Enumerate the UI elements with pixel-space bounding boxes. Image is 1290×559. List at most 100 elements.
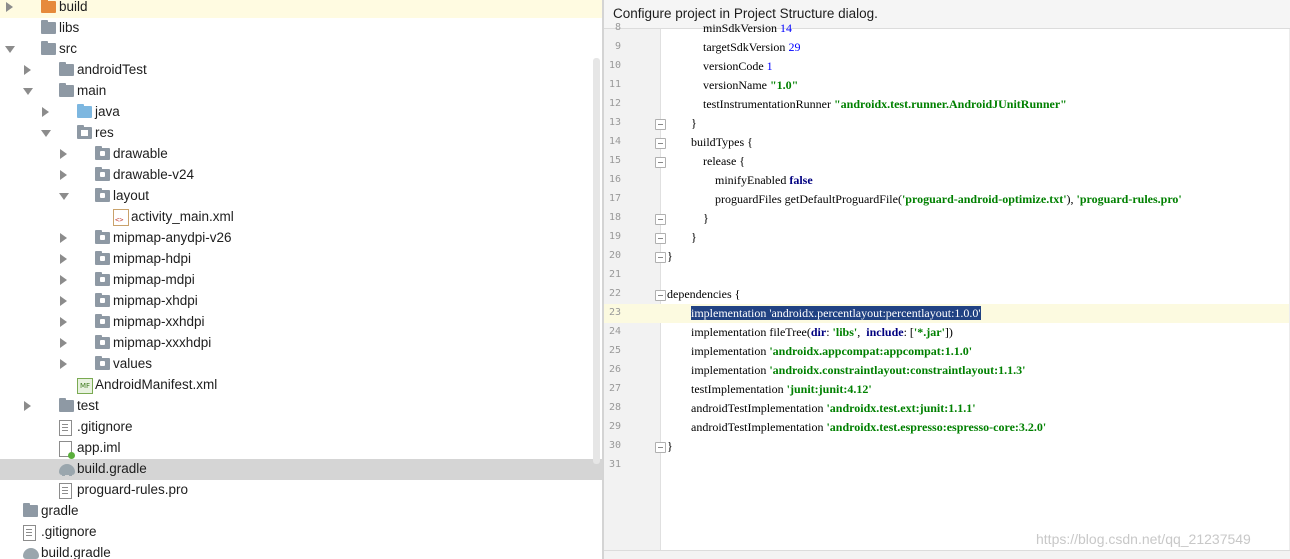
- expand-arrow-icon[interactable]: [60, 233, 67, 243]
- tree-item[interactable]: mipmap-xxhdpi: [0, 312, 602, 333]
- code-line[interactable]: 30}: [604, 437, 1290, 456]
- tree-item[interactable]: drawable-v24: [0, 165, 602, 186]
- expand-arrow-icon[interactable]: [60, 338, 67, 348]
- tree-item[interactable]: mipmap-xhdpi: [0, 291, 602, 312]
- code-line[interactable]: 20}: [604, 247, 1290, 266]
- collapse-arrow-icon[interactable]: [59, 193, 69, 200]
- code-token: 'androidx.appcompat:appcompat:1.1.0': [769, 344, 973, 358]
- fold-marker-icon[interactable]: [655, 233, 666, 244]
- expand-arrow-icon[interactable]: [60, 254, 67, 264]
- tree-item[interactable]: mipmap-hdpi: [0, 249, 602, 270]
- code-token: release {: [667, 154, 746, 168]
- tree-item[interactable]: mipmap-mdpi: [0, 270, 602, 291]
- expand-arrow-icon[interactable]: [24, 65, 31, 75]
- code-token: include: [866, 325, 904, 339]
- fold-marker-icon[interactable]: [655, 157, 666, 168]
- code-line[interactable]: 21: [604, 266, 1290, 285]
- expand-arrow-icon[interactable]: [60, 317, 67, 327]
- collapse-arrow-icon[interactable]: [41, 130, 51, 137]
- code-line[interactable]: 22 dependencies {: [604, 285, 1290, 304]
- code-line[interactable]: 28 androidTestImplementation 'androidx.t…: [604, 399, 1290, 418]
- code-line[interactable]: 29 androidTestImplementation 'androidx.t…: [604, 418, 1290, 437]
- tree-item[interactable]: build.gradle: [0, 459, 602, 480]
- tree-item-label: mipmap-xxxhdpi: [113, 335, 212, 350]
- tree-item[interactable]: activity_main.xml: [0, 207, 602, 228]
- expand-arrow-icon[interactable]: [60, 170, 67, 180]
- code-text: versionName "1.0": [667, 78, 798, 93]
- fold-marker-icon[interactable]: [655, 214, 666, 225]
- expand-arrow-icon[interactable]: [60, 149, 67, 159]
- expand-arrow-icon[interactable]: [6, 2, 13, 12]
- code-line[interactable]: 26 implementation 'androidx.constraintla…: [604, 361, 1290, 380]
- line-number: 15: [608, 155, 621, 166]
- code-line[interactable]: 10 versionCode 1: [604, 57, 1290, 76]
- code-token: buildTypes {: [667, 135, 753, 149]
- tree-item[interactable]: libs: [0, 18, 602, 39]
- tree-item[interactable]: proguard-rules.pro: [0, 480, 602, 501]
- expand-arrow-icon[interactable]: [42, 107, 49, 117]
- tree-item[interactable]: androidTest: [0, 60, 602, 81]
- expand-arrow-icon[interactable]: [24, 401, 31, 411]
- code-line[interactable]: 13 }: [604, 114, 1290, 133]
- tree-item[interactable]: src: [0, 39, 602, 60]
- expand-arrow-icon[interactable]: [60, 275, 67, 285]
- code-line[interactable]: 14 buildTypes {: [604, 133, 1290, 152]
- line-number: 14: [608, 136, 621, 147]
- code-token: 'androidx.test.ext:junit:1.1.1': [826, 401, 976, 415]
- code-token: testImplementation: [667, 382, 787, 396]
- tree-item[interactable]: test: [0, 396, 602, 417]
- tree-item[interactable]: build.gradle: [0, 543, 602, 559]
- tree-item[interactable]: mipmap-anydpi-v26: [0, 228, 602, 249]
- code-line[interactable]: 18 }: [604, 209, 1290, 228]
- code-text: androidTestImplementation 'androidx.test…: [667, 401, 976, 416]
- module-file-icon: [59, 441, 75, 459]
- code-line[interactable]: 17 proguardFiles getDefaultProguardFile(…: [604, 190, 1290, 209]
- tree-item-label: res: [95, 125, 114, 140]
- code-line[interactable]: 24 implementation fileTree(dir: 'libs', …: [604, 323, 1290, 342]
- tree-item[interactable]: main: [0, 81, 602, 102]
- code-line[interactable]: 12 testInstrumentationRunner "androidx.t…: [604, 95, 1290, 114]
- code-line[interactable]: 25 implementation 'androidx.appcompat:ap…: [604, 342, 1290, 361]
- code-line[interactable]: 8 minSdkVersion 14: [604, 19, 1290, 38]
- code-line[interactable]: 31: [604, 456, 1290, 475]
- code-token: androidTestImplementation: [667, 401, 827, 415]
- tree-item[interactable]: res: [0, 123, 602, 144]
- code-line[interactable]: 19 }: [604, 228, 1290, 247]
- code-token: 'androidx.constraintlayout:constraintlay…: [769, 363, 1026, 377]
- tree-item[interactable]: .gitignore: [0, 522, 602, 543]
- collapse-arrow-icon[interactable]: [5, 46, 15, 53]
- code-editor[interactable]: Configure project in Project Structure d…: [604, 0, 1290, 559]
- tree-item[interactable]: drawable: [0, 144, 602, 165]
- tree-item[interactable]: java: [0, 102, 602, 123]
- line-number: 17: [608, 193, 621, 204]
- folder-icon: [23, 503, 38, 517]
- folder-icon: [41, 41, 56, 55]
- tree-item[interactable]: gradle: [0, 501, 602, 522]
- tree-item-label: gradle: [41, 503, 79, 518]
- tree-item[interactable]: mipmap-xxxhdpi: [0, 333, 602, 354]
- fold-marker-icon[interactable]: [655, 119, 666, 130]
- tree-item[interactable]: MF AndroidManifest.xml: [0, 375, 602, 396]
- code-token: 1: [766, 59, 773, 73]
- project-tree-scrollbar[interactable]: [593, 58, 600, 464]
- fold-marker-icon[interactable]: [655, 442, 666, 453]
- code-line[interactable]: 27 testImplementation 'junit:junit:4.12': [604, 380, 1290, 399]
- code-token: '*.jar': [913, 325, 945, 339]
- line-number: 28: [608, 402, 621, 413]
- expand-arrow-icon[interactable]: [60, 359, 67, 369]
- collapse-arrow-icon[interactable]: [23, 88, 33, 95]
- tree-item[interactable]: app.iml: [0, 438, 602, 459]
- fold-marker-icon[interactable]: [655, 252, 666, 263]
- tree-item[interactable]: .gitignore: [0, 417, 602, 438]
- expand-arrow-icon[interactable]: [60, 296, 67, 306]
- code-line[interactable]: 11 versionName "1.0": [604, 76, 1290, 95]
- fold-marker-icon[interactable]: [655, 290, 666, 301]
- fold-marker-icon[interactable]: [655, 138, 666, 149]
- code-line[interactable]: 23 implementation 'androidx.percentlayou…: [604, 304, 1290, 323]
- code-line[interactable]: 9 targetSdkVersion 29: [604, 38, 1290, 57]
- tree-item[interactable]: values: [0, 354, 602, 375]
- tree-item[interactable]: layout: [0, 186, 602, 207]
- code-line[interactable]: 16 minifyEnabled false: [604, 171, 1290, 190]
- tree-item[interactable]: build: [0, 0, 602, 18]
- code-line[interactable]: 15 release {: [604, 152, 1290, 171]
